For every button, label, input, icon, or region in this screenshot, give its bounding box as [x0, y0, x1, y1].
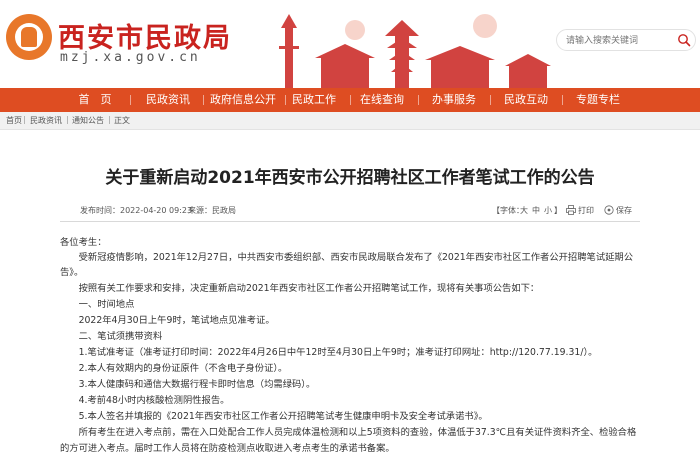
nav-item-info-disclosure[interactable]: 政府信息公开 [205, 88, 281, 112]
site-domain: mzj.xa.gov.cn [60, 50, 201, 65]
article-paragraph: 5.本人签名并填报的《2021年西安市社区工作者公开招聘笔试考生健康申明卡及安全… [60, 411, 488, 422]
save-icon[interactable] [604, 205, 614, 215]
breadcrumb-separator: | [23, 115, 26, 124]
article-paragraph: 2022年4月30日上午9时，笔试地点见准考证。 [60, 315, 275, 326]
font-size-close: 】 [554, 206, 562, 215]
nav-divider [418, 95, 419, 105]
article-source: 来源：民政局 [188, 206, 236, 215]
search-input[interactable] [566, 33, 676, 48]
search-icon[interactable] [676, 32, 692, 48]
article-paragraph: 所有考生在进入考点前，需在入口处配合工作人员完成体温检测和以上5项资料的查验，体… [60, 427, 637, 438]
breadcrumb-notices[interactable]: 通知公告 [72, 115, 104, 126]
search-box [556, 29, 696, 51]
logo-emblem-icon[interactable] [6, 14, 52, 60]
article-paragraph: 2.本人有效期内的身份证原件（不含电子身份证）。 [60, 363, 288, 374]
print-icon[interactable] [566, 205, 576, 215]
nav-divider [490, 95, 491, 105]
breadcrumb-news[interactable]: 民政资讯 [30, 115, 62, 126]
publish-time: 发布时间：2022-04-20 09:23 [80, 206, 193, 215]
nav-item-home[interactable]: 首 页 [70, 88, 120, 112]
article-paragraph: 的方可进入考点。届时工作人员将在防疫检测点收取进入考点考生的承诺书备案。 [60, 443, 395, 454]
print-link[interactable]: 打印 [578, 205, 594, 216]
nav-divider [203, 95, 204, 105]
save-link[interactable]: 保存 [616, 205, 632, 216]
breadcrumb-separator: | [66, 115, 69, 124]
nav-item-interaction[interactable]: 民政互动 [496, 88, 556, 112]
nav-divider [130, 95, 131, 105]
font-size-small-link[interactable]: 小 [544, 205, 552, 216]
nav-divider [562, 95, 563, 105]
nav-item-services[interactable]: 办事服务 [424, 88, 484, 112]
article-paragraph: 受新冠疫情影响，2021年12月27日，中共西安市委组织部、西安市民政局联合发布… [60, 252, 634, 263]
nav-divider [350, 95, 351, 105]
article-paragraph: 4.考前48小时内核酸检测阴性报告。 [60, 395, 230, 406]
main-nav: 首 页 民政资讯 政府信息公开 民政工作 在线查询 办事服务 民政互动 专题专栏 [0, 88, 700, 112]
article-title: 关于重新启动2021年西安市公开招聘社区工作者笔试工作的公告 [105, 168, 595, 188]
font-size-medium-link[interactable]: 中 [532, 205, 540, 216]
nav-item-news[interactable]: 民政资讯 [138, 88, 198, 112]
city-skyline-illustration [279, 14, 551, 88]
breadcrumb-current: 正文 [114, 116, 130, 125]
nav-item-online-query[interactable]: 在线查询 [352, 88, 412, 112]
breadcrumb: 首页 | 民政资讯 | 通知公告 | 正文 [0, 112, 700, 130]
article-paragraph: 二、笔试须携带资料 [60, 331, 163, 342]
font-size-large-link[interactable]: 大 [520, 205, 528, 216]
breadcrumb-separator: | [108, 115, 111, 124]
article-meta-bar: 发布时间：2022-04-20 09:23 来源：民政局 【字体： 大 中 小 … [60, 200, 640, 222]
nav-item-special-topics[interactable]: 专题专栏 [568, 88, 628, 112]
article-paragraph: 一、时间地点 [60, 299, 135, 310]
breadcrumb-home[interactable]: 首页 [6, 115, 22, 126]
article-paragraph: 各位考生： [60, 237, 107, 248]
article-paragraph: 告》。 [60, 267, 84, 278]
site-header: 西安市民政局 mzj.xa.gov.cn [0, 0, 700, 88]
article-paragraph: 1.笔试准考证（准考证打印时间：2022年4月26日中午12时至4月30日上午9… [60, 347, 598, 358]
article-paragraph: 按照有关工作要求和安排，决定重新启动2021年西安市社区工作者公开招聘笔试工作，… [60, 283, 540, 294]
article-paragraph: 3.本人健康码和通信大数据行程卡即时信息（均需绿码）。 [60, 379, 316, 390]
nav-item-civil-work[interactable]: 民政工作 [284, 88, 344, 112]
